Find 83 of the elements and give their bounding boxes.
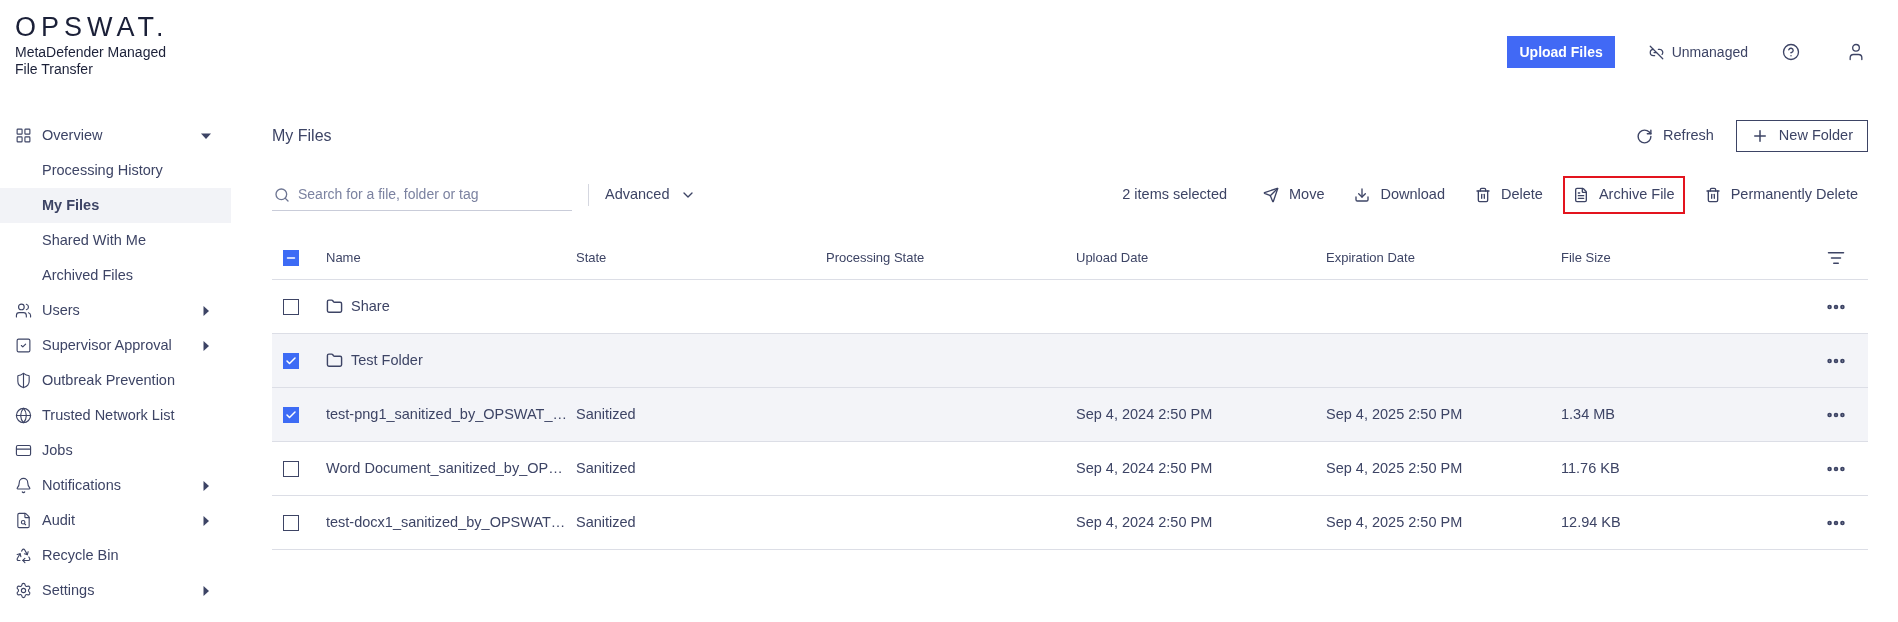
advanced-dropdown[interactable]: Advanced: [605, 184, 696, 206]
folder-icon: [326, 352, 343, 369]
expiration-date: Sep 4, 2025 2:50 PM: [1326, 459, 1463, 476]
sidebar-item[interactable]: Notifications: [0, 468, 231, 503]
file-size: 11.76 KB: [1561, 459, 1620, 476]
sidebar-subitem[interactable]: Archived Files: [0, 258, 231, 293]
sidebar-item[interactable]: Outbreak Prevention: [0, 363, 231, 398]
checkbox[interactable]: [283, 352, 299, 369]
sidebar-item[interactable]: Users: [0, 293, 231, 328]
file-size: 1.34 MB: [1561, 405, 1615, 422]
toolbar-action[interactable]: Permanently Delete: [1694, 176, 1868, 214]
shield-icon: [15, 372, 32, 389]
column-header[interactable]: Expiration Date: [1326, 247, 1561, 268]
folder-icon: [326, 298, 343, 315]
state-cell: Sanitized: [576, 459, 636, 476]
toolbar-action[interactable]: Download: [1344, 176, 1455, 214]
sidebar-item[interactable]: Recycle Bin: [0, 538, 231, 573]
grid-icon: [15, 127, 32, 144]
checked-box-icon: [15, 337, 32, 354]
sidebar-item[interactable]: Overview: [0, 118, 231, 153]
sidebar-item[interactable]: Audit: [0, 503, 231, 538]
state-cell: Sanitized: [576, 513, 636, 530]
trash-icon: [1475, 187, 1491, 203]
download-icon: [1354, 187, 1371, 203]
upload-date: Sep 4, 2024 2:50 PM: [1076, 459, 1213, 476]
trash-icon: [1704, 187, 1721, 203]
globe-icon: [15, 407, 32, 424]
checkbox[interactable]: [283, 249, 299, 266]
column-header[interactable]: Processing State: [826, 247, 1076, 268]
settings-icon: [15, 582, 32, 599]
column-header[interactable]: Name: [326, 247, 576, 268]
refresh-button[interactable]: Refresh: [1636, 125, 1714, 147]
paper-plane-icon: [1263, 187, 1279, 203]
page-title: My Files: [272, 126, 332, 146]
sidebar-subitem[interactable]: Processing History: [0, 153, 231, 188]
file-size: 12.94 KB: [1561, 513, 1621, 530]
file-name: Test Folder: [351, 350, 423, 370]
sidebar-subitem[interactable]: Shared With Me: [0, 223, 231, 258]
refresh-icon: [1636, 127, 1654, 145]
file-name: test-docx1_sanitized_by_OPSWAT…: [326, 512, 566, 532]
search-icon: [274, 186, 290, 203]
toolbar-action[interactable]: Archive File: [1562, 176, 1685, 214]
column-header[interactable]: File Size: [1561, 247, 1804, 268]
upload-date: Sep 4, 2024 2:50 PM: [1076, 513, 1213, 530]
product-name: MetaDefender Managed File Transfer: [15, 44, 167, 78]
window-icon: [15, 442, 32, 459]
toolbar-action[interactable]: Move: [1253, 176, 1335, 214]
check-icon: [285, 408, 297, 421]
sidebar-subitem[interactable]: My Files: [0, 188, 231, 223]
checkbox[interactable]: [283, 514, 299, 531]
unmanaged-button[interactable]: Unmanaged: [1648, 36, 1748, 68]
sidebar-item[interactable]: Jobs: [0, 433, 231, 468]
expiration-date: Sep 4, 2025 2:50 PM: [1326, 513, 1463, 530]
upload-date: Sep 4, 2024 2:50 PM: [1076, 405, 1213, 422]
column-header[interactable]: State: [576, 247, 826, 268]
upload-files-button[interactable]: Upload Files: [1507, 36, 1615, 68]
checkbox[interactable]: [283, 298, 299, 315]
table-row[interactable]: test-png1_sanitized_by_OPSWAT_… Sanitized Sep 4, 2024 2:50 PM Sep 4, 2025 2:50 PM 1.34 MB: [272, 388, 1868, 442]
help-icon[interactable]: [1782, 43, 1800, 61]
document-icon: [1572, 187, 1589, 203]
logo: OPSWAT.: [15, 12, 170, 42]
new-folder-button[interactable]: New Folder: [1735, 120, 1868, 152]
checkbox[interactable]: [283, 460, 299, 477]
sidebar-item[interactable]: Settings: [0, 573, 231, 608]
file-name: Word Document_sanitized_by_OP…: [326, 458, 563, 478]
bell-icon: [15, 477, 32, 494]
file-name: Share: [351, 296, 390, 316]
sidebar-item[interactable]: Supervisor Approval: [0, 328, 231, 363]
sidebar-item[interactable]: Trusted Network List: [0, 398, 231, 433]
file-name: test-png1_sanitized_by_OPSWAT_…: [326, 404, 567, 424]
recycle-icon: [15, 547, 32, 564]
check-icon: [285, 354, 297, 367]
users-icon: [15, 302, 32, 319]
expiration-date: Sep 4, 2025 2:50 PM: [1326, 405, 1463, 422]
broken-link-icon: [1648, 44, 1664, 60]
state-cell: Sanitized: [576, 405, 636, 422]
document-search-icon: [15, 512, 32, 529]
table-row[interactable]: Test Folder: [272, 334, 1868, 388]
selection-count: 2 items selected: [1122, 185, 1227, 205]
search-field[interactable]: Search for a file, folder or tag: [298, 184, 572, 205]
checkbox[interactable]: [283, 406, 299, 423]
toolbar-action[interactable]: Delete: [1465, 176, 1553, 214]
column-header[interactable]: Upload Date: [1076, 247, 1326, 268]
